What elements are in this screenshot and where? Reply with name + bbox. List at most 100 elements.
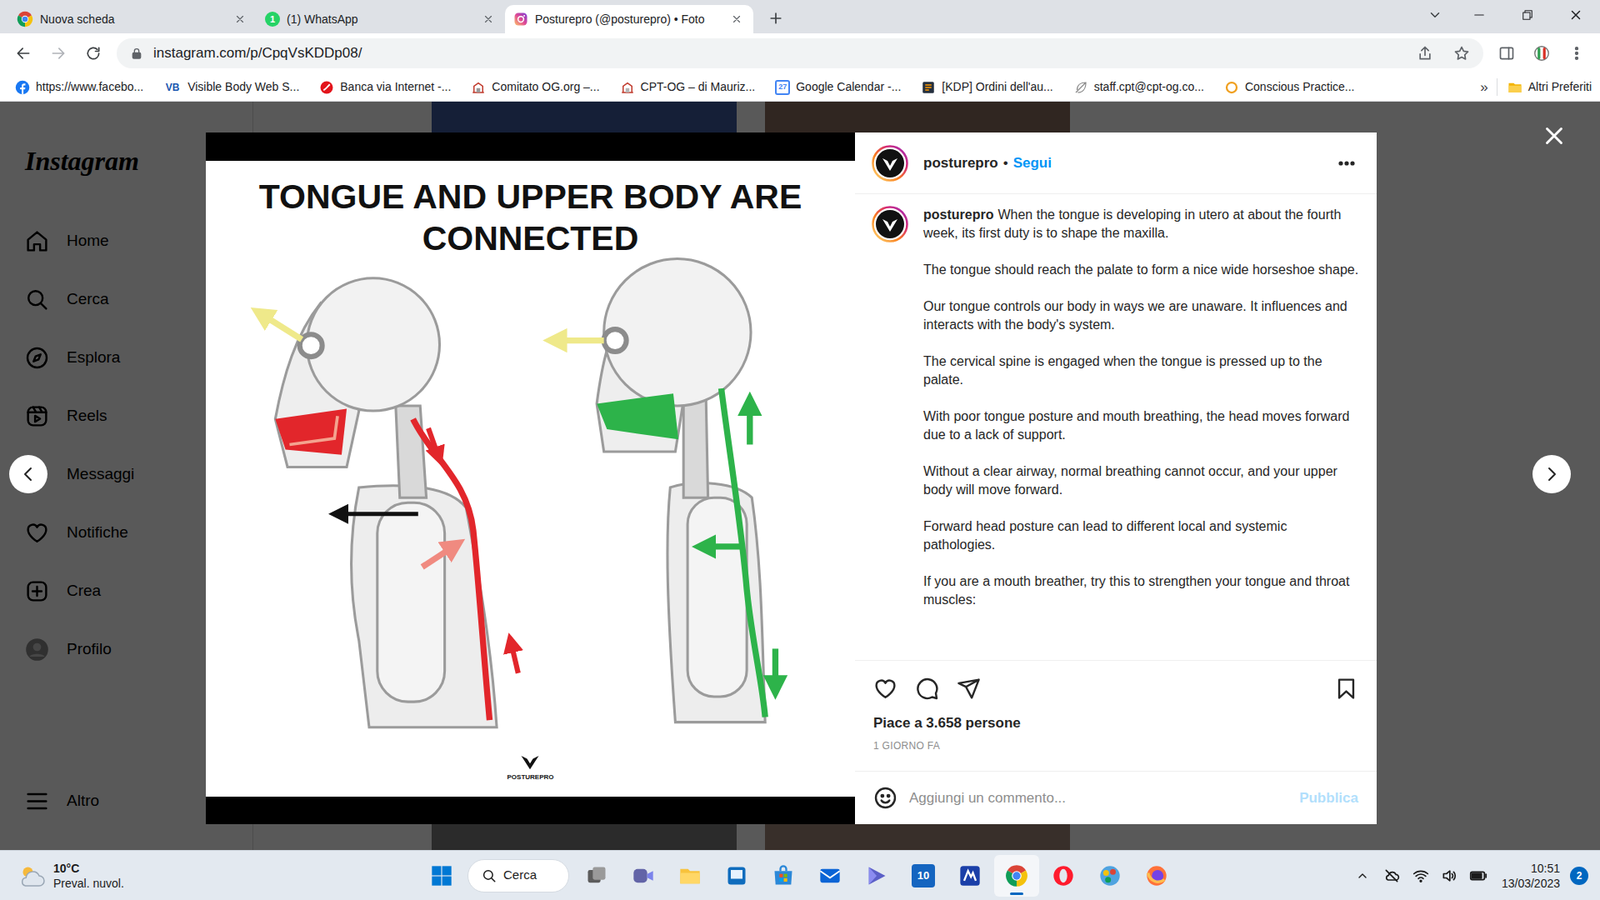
battery-icon[interactable]: [1465, 859, 1492, 893]
restore-icon[interactable]: [1503, 0, 1552, 30]
taskbar-app[interactable]: [714, 855, 760, 897]
window-controls: [1415, 0, 1600, 34]
post-image: TONGUE AND UPPER BODY ARE CONNECTEDPOSTU…: [205, 132, 855, 825]
visible-body-icon: VB: [163, 80, 182, 95]
bookmark-item[interactable]: VBVisible Body Web S...: [160, 75, 303, 100]
show-hidden-icons-icon[interactable]: [1350, 859, 1375, 893]
next-post-icon[interactable]: [1532, 455, 1571, 494]
close-tab-icon[interactable]: [231, 10, 249, 28]
brand-mark: POSTUREPRO: [506, 750, 554, 797]
share-icon[interactable]: [956, 676, 981, 701]
address-bar[interactable]: instagram.com/p/CpqVsKDDp08/: [116, 38, 1484, 69]
caption-paragraph: Forward head posture can lead to differe…: [923, 517, 1360, 555]
new-tab-icon[interactable]: [761, 4, 790, 33]
caption-paragraph: postureproWhen the tongue is developing …: [923, 205, 1360, 243]
close-icon[interactable]: [1538, 120, 1570, 152]
bookmark-item[interactable]: staff.cpt@cpt-og.co...: [1070, 75, 1208, 100]
opera-icon: [1051, 864, 1075, 888]
bookmark-label: Comitato OG.org –...: [491, 78, 600, 96]
weather-widget[interactable]: 10°CPreval. nuvol.: [0, 860, 334, 891]
author-name[interactable]: posturepro: [923, 207, 994, 222]
close-tab-icon[interactable]: [728, 10, 745, 28]
caption-line: The cervical spine is engaged when the t…: [923, 354, 1323, 387]
author-avatar-icon[interactable]: [871, 145, 909, 182]
facebook-icon: [15, 80, 30, 95]
taskbar-app[interactable]: [1134, 855, 1180, 897]
bookmark-item[interactable]: Comitato OG.org –...: [467, 75, 603, 100]
bookmark-item[interactable]: CPT-OG – di Mauriz...: [616, 75, 760, 100]
comment-input[interactable]: [909, 787, 1288, 810]
bookmark-item[interactable]: Banca via Internet -...: [315, 75, 455, 100]
taskbar-app[interactable]: [1087, 855, 1133, 897]
brand-name: POSTUREPRO: [506, 773, 554, 782]
bookmark-item[interactable]: [KDP] Ordini dell'au...: [917, 75, 1056, 100]
close-window-icon[interactable]: [1551, 0, 1600, 30]
more-options-icon[interactable]: [1333, 150, 1360, 177]
bookmark-label: CPT-OG – di Mauriz...: [640, 78, 756, 96]
more-bookmarks[interactable]: »: [1471, 76, 1496, 99]
previous-post-icon[interactable]: [9, 455, 48, 494]
emoji-icon[interactable]: [873, 785, 898, 810]
browser-tab[interactable]: Posturepro (@posturepro) • Foto: [505, 5, 754, 34]
publish-button[interactable]: Pubblica: [1299, 787, 1359, 810]
windows-start-icon[interactable]: [420, 855, 463, 897]
caption-line: Forward head posture can lead to differe…: [923, 519, 1287, 552]
back-icon[interactable]: [6, 36, 40, 70]
action-row: [873, 674, 1359, 703]
clock[interactable]: 10:5113/03/2023: [1495, 860, 1567, 891]
taskbar-app[interactable]: [667, 855, 713, 897]
tab-search-icon[interactable]: [1415, 0, 1455, 30]
close-tab-icon[interactable]: [480, 10, 497, 28]
volume-icon[interactable]: [1436, 859, 1462, 893]
bookmark-item[interactable]: 27Google Calendar -...: [771, 75, 905, 100]
bookmark-label: Google Calendar -...: [795, 78, 901, 96]
folder-icon: [1507, 80, 1523, 95]
heart-icon[interactable]: [873, 676, 898, 701]
lock-icon: [130, 46, 144, 60]
browser-tab[interactable]: Nuova scheda: [8, 5, 257, 34]
comment-icon[interactable]: [915, 676, 940, 701]
notification-badge[interactable]: 2: [1570, 866, 1589, 885]
bookmark-icon[interactable]: [1334, 676, 1359, 701]
temperature: 10°C: [53, 860, 125, 876]
taskbar-app[interactable]: [760, 855, 806, 897]
menu-icon[interactable]: [1560, 36, 1594, 70]
mail-icon: [1073, 80, 1089, 95]
toolbar: instagram.com/p/CpqVsKDDp08/: [0, 33, 1600, 74]
extension-icon[interactable]: [1525, 36, 1559, 70]
separator: •: [1003, 152, 1009, 175]
teams-icon: [631, 864, 655, 888]
taskbar-app[interactable]: [620, 855, 666, 897]
taskbar-app[interactable]: [947, 855, 993, 897]
author-name[interactable]: posturepro: [923, 152, 999, 175]
taskbar-app[interactable]: 10: [900, 855, 946, 897]
forward-icon[interactable]: [41, 36, 75, 70]
onedrive-icon[interactable]: [1378, 859, 1405, 893]
taskbar-app[interactable]: [994, 855, 1040, 897]
instagram-page: InstagramHomeCercaEsploraReelsMessaggiNo…: [0, 101, 1600, 850]
taskbar-search[interactable]: Cerca: [467, 859, 570, 893]
taskbar-app[interactable]: [854, 855, 900, 897]
taskbar-apps: Cerca 10: [333, 855, 1267, 897]
author-avatar-icon[interactable]: [871, 205, 909, 243]
taskbar-app[interactable]: [574, 855, 620, 897]
bookmark-item[interactable]: https://www.facebo...: [11, 75, 147, 100]
taskbar-app[interactable]: [1040, 855, 1086, 897]
wifi-icon[interactable]: [1408, 859, 1434, 893]
bookmark-label: Conscious Practice...: [1245, 78, 1355, 96]
side-panel-icon[interactable]: [1490, 36, 1524, 70]
reload-icon[interactable]: [76, 36, 110, 70]
caption-text: postureproWhen the tongue is developing …: [923, 205, 1360, 660]
paint-icon: [1098, 864, 1122, 888]
browser-tab[interactable]: 1(1) WhatsApp: [256, 5, 505, 34]
system-tray: 10:5113/03/20232: [1266, 859, 1600, 893]
other-bookmarks[interactable]: Altri Preferiti: [1496, 78, 1592, 96]
minimize-icon[interactable]: [1455, 0, 1504, 30]
taskbar-app[interactable]: [807, 855, 853, 897]
bookmark-item[interactable]: Conscious Practice...: [1220, 75, 1359, 100]
weather-description: Preval. nuvol.: [53, 875, 125, 891]
likes-count[interactable]: Piace a 3.658 persone: [873, 714, 1359, 733]
bookmark-star-icon[interactable]: [1448, 40, 1475, 67]
share-icon[interactable]: [1411, 40, 1439, 67]
follow-button[interactable]: Segui: [1013, 152, 1052, 175]
